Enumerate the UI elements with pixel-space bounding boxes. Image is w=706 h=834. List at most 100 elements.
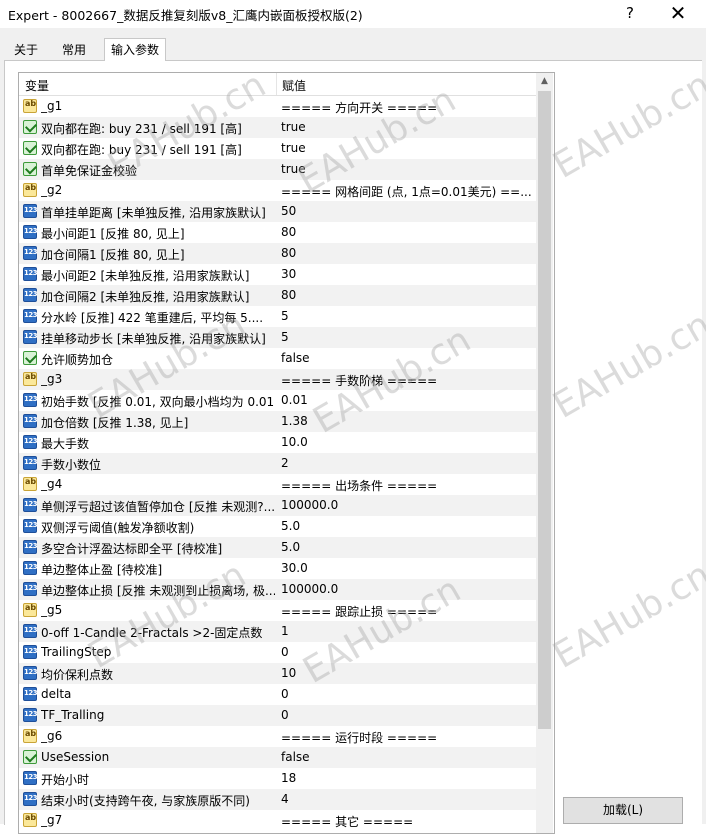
window-title: Expert - 8002667_数据反推复刻版v8_汇鹰内嵌面板授权版(2)	[8, 8, 363, 23]
parameter-row[interactable]: UseSession false	[19, 747, 536, 768]
parameter-row[interactable]: 首单挂单距离 [未单独反推, 沿用家族默认] 50	[19, 201, 536, 222]
parameter-row[interactable]: 最小间距1 [反推 80, 见上] 80	[19, 222, 536, 243]
parameter-row[interactable]: 开始小时 18	[19, 768, 536, 789]
parameter-row[interactable]: _g7 ===== 其它 =====	[19, 810, 536, 831]
parameter-value[interactable]: 30.0	[281, 561, 533, 575]
parameter-row[interactable]: _g3 ===== 手数阶梯 =====	[19, 369, 536, 390]
parameter-value[interactable]: 100000.0	[281, 582, 533, 596]
parameter-name: 单边整体止盈 [待校准]	[41, 563, 163, 577]
parameter-name: TrailingStep	[41, 645, 112, 659]
header-variable[interactable]: 变量	[25, 77, 49, 94]
parameter-row[interactable]: 挂单移动步长 [未单独反推, 沿用家族默认] 5	[19, 327, 536, 348]
parameter-value[interactable]: 1	[281, 624, 533, 638]
parameter-row[interactable]: 多空合计浮盈达标即全平 [待校准] 5.0	[19, 537, 536, 558]
parameter-value[interactable]: 30	[281, 267, 533, 281]
parameter-row[interactable]: 单侧浮亏超过该值暂停加仓 [反推 未观测?... 100000.0	[19, 495, 536, 516]
number-type-icon	[23, 708, 37, 722]
bool-type-icon	[23, 141, 37, 155]
parameter-row[interactable]: TF_Tralling 0	[19, 705, 536, 726]
parameter-row[interactable]: 单边整体止盈 [待校准] 30.0	[19, 558, 536, 579]
parameter-row[interactable]: _g4 ===== 出场条件 =====	[19, 474, 536, 495]
parameter-value[interactable]: 4	[281, 792, 533, 806]
parameter-value[interactable]: 80	[281, 246, 533, 260]
header-divider[interactable]	[276, 73, 277, 95]
close-button[interactable]: ✕	[664, 1, 692, 25]
scroll-thumb[interactable]	[538, 91, 551, 729]
parameter-name: 最小间距2 [未单独反推, 沿用家族默认]	[41, 269, 250, 283]
parameter-value[interactable]: 0.01	[281, 393, 533, 407]
parameter-name: UseSession	[41, 750, 110, 764]
parameter-value[interactable]: ===== 运行时段 =====	[281, 729, 533, 746]
parameter-row[interactable]: 双向都在跑: buy 231 / sell 191 [高] true	[19, 117, 536, 138]
load-button[interactable]: 加载(L)	[563, 797, 683, 824]
parameter-row[interactable]: 最小间距2 [未单独反推, 沿用家族默认] 30	[19, 264, 536, 285]
parameter-row[interactable]: 加仓倍数 [反推 1.38, 见上] 1.38	[19, 411, 536, 432]
scroll-up-arrow-icon[interactable]: ▲	[536, 73, 553, 90]
parameter-value[interactable]: true	[281, 120, 533, 134]
parameter-value[interactable]: 100000.0	[281, 498, 533, 512]
parameter-value[interactable]: false	[281, 750, 533, 764]
parameter-value[interactable]: 0	[281, 687, 533, 701]
parameter-value[interactable]: 18	[281, 771, 533, 785]
parameter-row[interactable]: _g6 ===== 运行时段 =====	[19, 726, 536, 747]
parameter-row[interactable]: 手数小数位 2	[19, 453, 536, 474]
parameter-row[interactable]: 0-off 1-Candle 2-Fractals >2-固定点数 1	[19, 621, 536, 642]
number-type-icon	[23, 519, 37, 533]
header-value[interactable]: 赋值	[282, 77, 306, 94]
parameter-value[interactable]: ===== 网格间距 (点, 1点=0.01美元) ==...	[281, 183, 533, 200]
parameter-row[interactable]: 初始手数 [反推 0.01, 双向最小档均为 0.01] 0.01	[19, 390, 536, 411]
parameter-value[interactable]: ===== 方向开关 =====	[281, 99, 533, 116]
parameter-value[interactable]: 0	[281, 645, 533, 659]
parameter-value[interactable]: 80	[281, 288, 533, 302]
parameter-row[interactable]: 双向都在跑: buy 231 / sell 191 [高] true	[19, 138, 536, 159]
parameter-value[interactable]: 50	[281, 204, 533, 218]
parameter-value[interactable]: 5.0	[281, 519, 533, 533]
parameter-name: 双向都在跑: buy 231 / sell 191 [高]	[41, 122, 242, 136]
parameter-row[interactable]: _g2 ===== 网格间距 (点, 1点=0.01美元) ==...	[19, 180, 536, 201]
number-type-icon	[23, 288, 37, 302]
parameter-value[interactable]: ===== 出场条件 =====	[281, 477, 533, 494]
vertical-scrollbar[interactable]: ▲	[536, 73, 553, 833]
tab-about[interactable]: 关于	[8, 40, 44, 60]
parameter-row[interactable]: 分水岭 [反推] 422 笔重建后, 平均每 5.... 5	[19, 306, 536, 327]
parameter-row[interactable]: _g1 ===== 方向开关 =====	[19, 96, 536, 117]
parameter-value[interactable]: 2	[281, 456, 533, 470]
parameter-row[interactable]: 允许顺势加仓 false	[19, 348, 536, 369]
parameter-value[interactable]: 10.0	[281, 435, 533, 449]
parameter-value[interactable]: 5	[281, 330, 533, 344]
parameter-row[interactable]: TrailingStep 0	[19, 642, 536, 663]
parameter-name: 允许顺势加仓	[41, 353, 114, 367]
parameter-value[interactable]: 0	[281, 708, 533, 722]
parameter-name: _g6	[41, 729, 63, 743]
parameter-value[interactable]: ===== 其它 =====	[281, 813, 533, 830]
number-type-icon	[23, 624, 37, 638]
parameter-row[interactable]: 最大手数 10.0	[19, 432, 536, 453]
parameter-row[interactable]: delta 0	[19, 684, 536, 705]
parameter-value[interactable]: 1.38	[281, 414, 533, 428]
parameter-row[interactable]: 均价保利点数 10	[19, 663, 536, 684]
parameter-value[interactable]: 10	[281, 666, 533, 680]
parameter-value[interactable]: ===== 手数阶梯 =====	[281, 372, 533, 389]
help-button[interactable]: ?	[618, 2, 642, 24]
parameter-name: 单边整体止损 [反推 未观测到止损离场, 极...	[41, 584, 275, 598]
parameter-row[interactable]: 加仓间隔1 [反推 80, 见上] 80	[19, 243, 536, 264]
parameter-value[interactable]: 5.0	[281, 540, 533, 554]
parameters-list[interactable]: 变量 赋值 _g1===== 方向开关 ===== 双向都在跑: buy 231 …	[18, 72, 555, 834]
parameter-row[interactable]: 双侧浮亏阈值(触发净额收割) 5.0	[19, 516, 536, 537]
parameter-value[interactable]: true	[281, 141, 533, 155]
parameter-name: 双侧浮亏阈值(触发净额收割)	[41, 521, 195, 535]
parameter-value[interactable]: true	[281, 162, 533, 176]
parameter-row[interactable]: 结束小时(支持跨午夜, 与家族原版不同) 4	[19, 789, 536, 810]
parameter-value[interactable]: ===== 跟踪止损 =====	[281, 603, 533, 620]
tab-inputs[interactable]: 输入参数	[104, 38, 167, 61]
parameter-value[interactable]: 5	[281, 309, 533, 323]
tab-common[interactable]: 常用	[56, 40, 92, 60]
number-type-icon	[23, 267, 37, 281]
parameter-name: 首单免保证金校验	[41, 164, 138, 178]
parameter-row[interactable]: 单边整体止损 [反推 未观测到止损离场, 极... 100000.0	[19, 579, 536, 600]
parameter-value[interactable]: 80	[281, 225, 533, 239]
parameter-row[interactable]: 加仓间隔2 [未单独反推, 沿用家族默认] 80	[19, 285, 536, 306]
parameter-row[interactable]: 首单免保证金校验 true	[19, 159, 536, 180]
parameter-row[interactable]: _g5 ===== 跟踪止损 =====	[19, 600, 536, 621]
parameter-value[interactable]: false	[281, 351, 533, 365]
